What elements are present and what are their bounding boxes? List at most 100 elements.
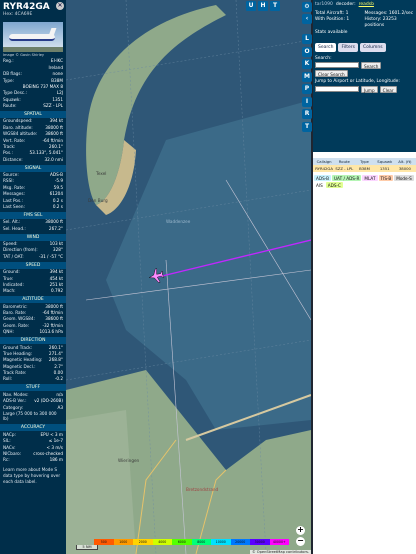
info-value: 2.7° (54, 363, 63, 369)
info-label: TAT / OAT: (3, 253, 24, 259)
table-row[interactable]: RYR42GA SZZ - LPL B38M 1351 38000 (313, 165, 416, 172)
info-value: 260.1° (48, 344, 63, 350)
settings-gear-icon[interactable]: ⚙ (302, 2, 312, 12)
info-row: NICbaro: cross-checked (0, 451, 66, 457)
stat-label: History: (364, 17, 382, 22)
info-label: Magnetic Heading: (3, 357, 43, 363)
close-icon[interactable]: ✕ (56, 2, 64, 10)
info-value: A3 (57, 404, 63, 410)
section-title[interactable]: ACCURACY (0, 424, 66, 432)
map-button-u[interactable]: U (246, 1, 256, 11)
info-label: Vert. Rate: (3, 137, 26, 143)
detail-label: DB flags: (3, 71, 22, 77)
search-input[interactable] (315, 62, 359, 68)
map-button-h[interactable]: H (258, 1, 268, 11)
info-label: Ground: (3, 269, 20, 275)
map-button-t[interactable]: T (270, 1, 280, 11)
toggle-sidebar-icon[interactable]: ‹ (302, 14, 312, 24)
info-label: Category: (3, 404, 24, 410)
detail-label: Reg.: (3, 58, 14, 64)
section-title[interactable]: STUFF (0, 384, 66, 392)
section-title[interactable]: ALTITUDE (0, 296, 66, 304)
side-button-p[interactable]: P (302, 84, 312, 94)
table-cell: RYR42GA (315, 166, 333, 171)
source-chip: TIS-B (378, 175, 394, 181)
source-chip: ADS-C (325, 182, 343, 188)
info-label: Geom. Rate: (3, 322, 30, 328)
section-title[interactable]: WIND (0, 233, 66, 241)
info-value: EPU < 3 m (40, 431, 63, 437)
info-row: Large (75 000 to 300 000 lb) (0, 411, 66, 423)
map-canvas[interactable] (66, 0, 311, 554)
side-button-m[interactable]: M (302, 71, 312, 82)
stat-value: 1601.2/sec (388, 11, 414, 16)
tab-filters[interactable]: Filters (338, 43, 358, 52)
table-cell: 1351 (379, 166, 390, 171)
tab-search[interactable]: Search (315, 43, 337, 52)
source-legend: ADS-B UAT / ADS-R MLAT TIS-B Mode-S AIS ADS-C (313, 172, 416, 191)
info-value: 59.5 (53, 184, 63, 190)
jump-button[interactable]: Jump (361, 85, 378, 93)
info-row: TAT / OAT: -31 / -57 °C (0, 253, 66, 259)
info-value: ADS-B (50, 172, 63, 178)
info-value: 268.8° (48, 357, 63, 363)
map-label-texel: Texel (96, 171, 107, 176)
aircraft-photo[interactable] (3, 22, 63, 52)
side-button-r[interactable]: R (302, 109, 312, 119)
info-value: -64 ft/min (42, 137, 63, 143)
nav-app-name[interactable]: tar1090 (315, 2, 333, 7)
aircraft-callsign[interactable]: RYR42GA (3, 2, 63, 12)
info-label: Track: (3, 143, 16, 149)
column-header[interactable]: Alt. (ft) (395, 159, 415, 164)
info-row: Sel. Head.: 267.2° (0, 225, 66, 231)
altitude-legend-step: 20000 (230, 539, 250, 545)
info-label: Messages: (3, 191, 25, 197)
info-row: Magnetic Heading: 268.8° (0, 357, 66, 363)
column-header[interactable]: Callsign (314, 159, 334, 164)
clear-search-button[interactable]: Clear Search (315, 70, 348, 77)
side-button-o[interactable]: O (302, 46, 312, 57)
altitude-legend-step: 10000 (211, 539, 231, 545)
stat-label: Messages: (364, 11, 388, 16)
map-view[interactable]: Texel Den Burg Waddenzee Wieringen Bretz… (66, 0, 311, 554)
altitude-legend-step: 8000 (191, 539, 211, 545)
info-value: -64 ft/min (42, 310, 63, 316)
column-header[interactable]: Type (354, 159, 374, 164)
tab-columns[interactable]: Columns (359, 43, 386, 52)
info-row: WGS84 altitude: 38600 ft (0, 131, 66, 137)
stats-available-link[interactable]: Stats available (315, 30, 414, 35)
side-button-k[interactable]: K (302, 59, 312, 69)
info-row: Pos.: 53.133°, 5.041° (0, 150, 66, 156)
stat-value: 1 (345, 11, 349, 16)
info-label: Magnetic Decl.: (3, 363, 36, 369)
section-title[interactable]: DIRECTION (0, 337, 66, 345)
side-button-l[interactable]: L (302, 34, 312, 44)
info-label: Pos.: (3, 150, 13, 156)
column-header[interactable]: Squawk (375, 159, 395, 164)
altitude-legend-step: 6000 (172, 539, 192, 545)
info-row: Mach: 0.792 (0, 288, 66, 294)
info-row: Magnetic Decl.: 2.7° (0, 363, 66, 369)
details-list: Reg.: EI-IKC Ireland DB flags: none Type: B38M… (0, 58, 66, 109)
stat-label: With Position: (315, 17, 345, 22)
stat-value: 1 (346, 17, 350, 22)
side-button-t[interactable]: T (302, 121, 312, 132)
section-title[interactable]: SPEED (0, 261, 66, 269)
source-chip: Mode-S (394, 175, 414, 181)
info-value: -32 ft/min (42, 322, 63, 328)
search-button[interactable]: Search (361, 62, 382, 69)
nav-decoder-link[interactable]: readsb (359, 2, 374, 7)
section-title[interactable]: SPATIAL (0, 111, 66, 118)
column-header[interactable]: Route (334, 159, 354, 164)
info-label: Speed: (3, 241, 18, 247)
jump-input[interactable] (315, 85, 359, 92)
section-title[interactable]: SIGNAL (0, 164, 66, 172)
detail-value: SZZ - LPL (43, 103, 63, 109)
aircraft-hex: Hex: 4CA69E (3, 12, 33, 17)
info-label: Ground Track: (3, 344, 33, 350)
clear-jump-button[interactable]: Clear (379, 85, 397, 93)
info-value: < 3 m/s (46, 444, 63, 450)
section-title[interactable]: FMS SEL (0, 211, 66, 219)
info-label: Direction (from): (3, 247, 38, 253)
side-button-i[interactable]: I (302, 96, 312, 107)
